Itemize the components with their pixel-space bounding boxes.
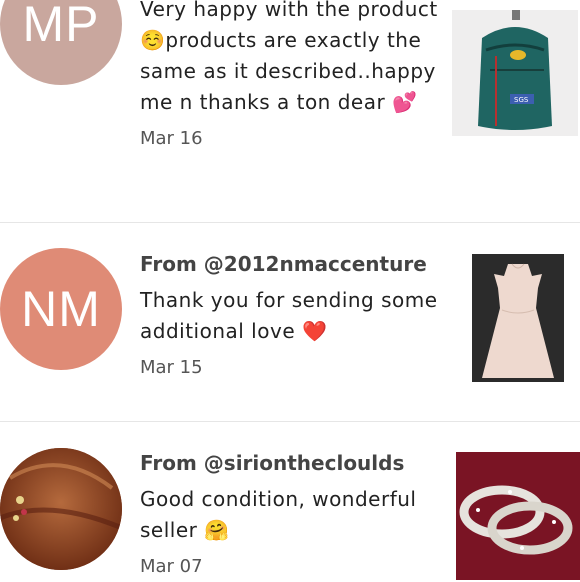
avatar[interactable]: NM [0,248,122,370]
avatar[interactable]: MP [0,0,122,85]
svg-text:SGS: SGS [514,96,529,104]
avatar-initials: NM [21,281,101,337]
review-item: MP Very happy with the product ☺️product… [0,0,580,222]
review-from[interactable]: From @sirionthecloulds [140,448,440,478]
review-date: Mar 16 [140,128,203,149]
review-item: NM From @2012nmaccenture Thank you for s… [0,223,580,421]
review-item: From @sirionthecloulds Good condition, w… [0,422,580,580]
avatar-initials: MP [22,0,100,52]
review-date: Mar 07 [140,556,203,577]
review-from[interactable]: From @2012nmaccenture [140,249,440,279]
review-message: Very happy with the product ☺️products a… [140,0,438,114]
avatar[interactable] [0,448,122,570]
item-thumbnail[interactable] [456,452,580,580]
item-thumbnail[interactable] [472,254,564,382]
review-date: Mar 15 [140,357,203,378]
review-message: Thank you for sending some additional lo… [140,288,438,343]
review-message: Good condition, wonderful seller 🤗 [140,487,417,542]
item-thumbnail[interactable]: SGS [452,10,578,136]
